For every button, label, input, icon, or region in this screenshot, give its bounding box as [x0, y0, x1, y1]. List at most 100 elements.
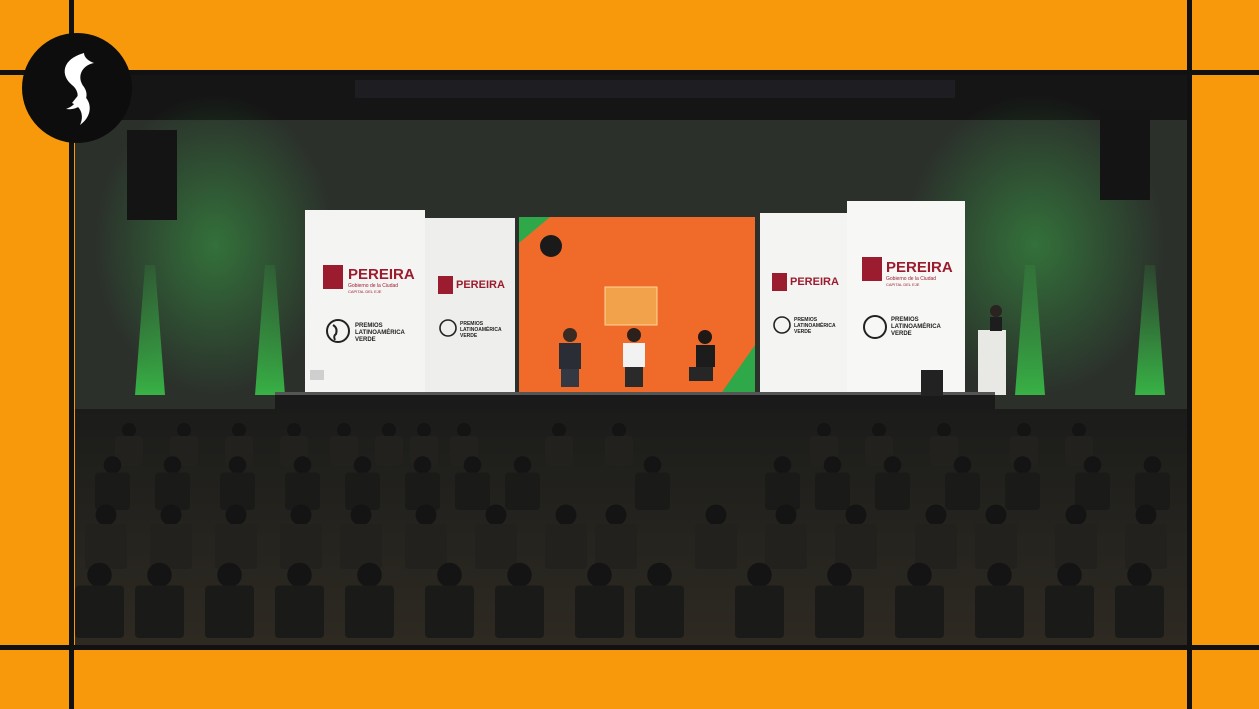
audience-member: [228, 456, 247, 474]
audience-member: [817, 423, 831, 437]
audience-seat: [345, 585, 394, 638]
audience-member: [417, 423, 431, 437]
audience-member: [1072, 423, 1086, 437]
audience-member: [513, 456, 532, 474]
svg-text:VERDE: VERDE: [355, 337, 376, 343]
audience-seat: [895, 585, 944, 638]
audience-seat: [280, 524, 322, 569]
stage-platform: [275, 393, 995, 409]
audience-member: [1057, 562, 1082, 588]
audience-seat: [930, 436, 958, 466]
audience-seat: [1055, 524, 1097, 569]
audience-member: [232, 423, 246, 437]
audience-seat: [455, 472, 490, 510]
audience-member: [827, 562, 852, 588]
audience-member: [1135, 504, 1157, 526]
audience-member: [103, 456, 122, 474]
audience-member: [507, 562, 532, 588]
audience-seat: [75, 585, 124, 638]
svg-text:CAPITAL DEL EJE: CAPITAL DEL EJE: [886, 282, 920, 287]
audience-member: [147, 562, 172, 588]
audience-seat: [595, 524, 637, 569]
audience-seat: [815, 472, 850, 510]
tagline-text: CAPITAL DEL EJE: [348, 289, 382, 294]
audience-member: [1127, 562, 1152, 588]
video-feed[interactable]: PEREIRA Gobierno de la Ciudad CAPITAL DE…: [75, 75, 1189, 646]
audience-member: [293, 456, 312, 474]
speaker-right: [1100, 110, 1150, 200]
svg-text:LATINOAMÉRICA: LATINOAMÉRICA: [460, 325, 502, 333]
audience-seat: [285, 472, 320, 510]
flame-s-logo-icon: [22, 33, 132, 143]
audience-seat: [815, 585, 864, 638]
audience-member: [1017, 423, 1031, 437]
audience-seat: [875, 472, 910, 510]
audience-member: [1065, 504, 1087, 526]
audience-seat: [765, 472, 800, 510]
lighting-truss: [355, 80, 955, 98]
audience-seat: [425, 585, 474, 638]
audience-seat: [1045, 585, 1094, 638]
audience-seat: [495, 585, 544, 638]
audience-member: [587, 562, 612, 588]
audience-member: [122, 423, 136, 437]
audience-member: [953, 456, 972, 474]
audience-seat: [605, 436, 633, 466]
audience-member: [775, 504, 797, 526]
audience-seat: [205, 585, 254, 638]
audience-seat: [1135, 472, 1170, 510]
audience-member: [605, 504, 627, 526]
audience-seat: [575, 585, 624, 638]
audience-member: [823, 456, 842, 474]
audience-member: [382, 423, 396, 437]
svg-text:PEREIRA: PEREIRA: [886, 259, 953, 276]
audience-member: [350, 504, 372, 526]
audience-seat: [340, 524, 382, 569]
audience-seat: [635, 472, 670, 510]
audience-seat: [215, 524, 257, 569]
audience-seat: [1125, 524, 1167, 569]
screen-left-outer: PEREIRA Gobierno de la Ciudad CAPITAL DE…: [305, 210, 425, 395]
audience-member: [705, 504, 727, 526]
svg-text:PEREIRA: PEREIRA: [456, 279, 505, 291]
audience-member: [160, 504, 182, 526]
frame-line: [0, 645, 1259, 650]
center-sign: [604, 286, 658, 326]
audience-member: [357, 562, 382, 588]
audience-member: [907, 562, 932, 588]
audience-member: [287, 562, 312, 588]
audience-seat: [405, 472, 440, 510]
audience-member: [937, 423, 951, 437]
audience-seat: [545, 436, 573, 466]
svg-text:PEREIRA: PEREIRA: [790, 276, 839, 288]
audience-member: [485, 504, 507, 526]
audience-member: [413, 456, 432, 474]
audience-seat: [345, 472, 380, 510]
frame-line: [0, 70, 1259, 75]
audience-member: [987, 562, 1012, 588]
audience-member: [290, 504, 312, 526]
svg-text:LATINOAMÉRICA: LATINOAMÉRICA: [355, 328, 406, 336]
audience-member: [1083, 456, 1102, 474]
audience-seat: [915, 524, 957, 569]
audience-seat: [1115, 585, 1164, 638]
svg-text:LATINOAMÉRICA: LATINOAMÉRICA: [891, 322, 942, 330]
audience-member: [985, 504, 1007, 526]
brand-text: PEREIRA: [348, 266, 415, 283]
svg-text:VERDE: VERDE: [794, 329, 812, 335]
speaker-left: [127, 130, 177, 220]
audience-member: [415, 504, 437, 526]
audience-member: [177, 423, 191, 437]
audience-member: [287, 423, 301, 437]
audience-seat: [155, 472, 190, 510]
audience-seat: [405, 524, 447, 569]
audience-member: [552, 423, 566, 437]
audience-member: [883, 456, 902, 474]
audience-seat: [275, 585, 324, 638]
audience-member: [612, 423, 626, 437]
audience-member: [647, 562, 672, 588]
audience-member: [163, 456, 182, 474]
audience-seat: [135, 585, 184, 638]
svg-text:LATINOAMÉRICA: LATINOAMÉRICA: [794, 321, 836, 329]
audience-member: [747, 562, 772, 588]
